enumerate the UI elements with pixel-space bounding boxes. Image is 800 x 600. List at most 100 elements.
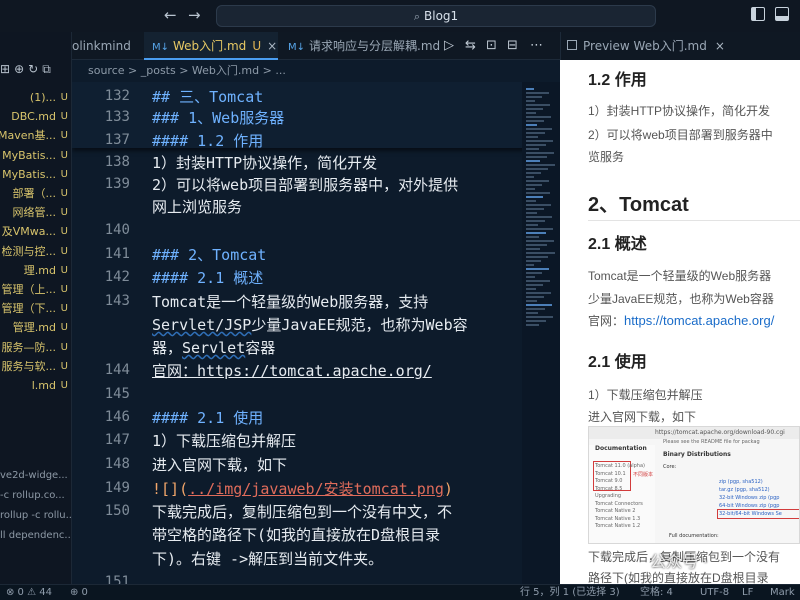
screenshot-download-link: zip (pgp, sha512) [719,479,763,485]
back-arrow-icon[interactable]: ← [164,6,177,24]
file-item[interactable]: 部署（... U [0,184,71,203]
file-item[interactable]: (1)... U [0,88,71,107]
minimap-line [526,124,537,126]
line-ending[interactable]: LF [742,585,753,600]
file-item[interactable]: MyBatis... U [0,146,71,165]
minimap-line [526,144,546,146]
screenshot-full-doc: Full documentation: [669,533,719,539]
tab-label: Preview Web入门.md [583,39,707,53]
timeline-item[interactable]: ll dependenc... [0,530,71,541]
preview-icon [567,40,577,50]
markdown-preview: 1.2 作用 1）封装HTTP协议操作，简化开发 2）可以将web项目部署到服务… [560,60,800,584]
minimap[interactable] [522,82,560,584]
tomcat-link[interactable]: https://tomcat.apache.org/ [624,313,774,328]
more-actions-icon[interactable]: ⋯ [530,38,543,53]
new-file-icon[interactable]: ⊞ [0,62,10,76]
timeline-item[interactable]: rollup -c rollu... [0,510,71,521]
minimap-line [526,136,538,138]
preview-paragraph: Tomcat是一个轻量级的Web服务器 [588,269,772,283]
minimap-line [526,248,540,250]
line-number: 151 [104,574,130,584]
line-number: 148 [104,456,130,472]
language-mode[interactable]: Mark [770,585,795,600]
line-number: 132 [104,88,130,104]
file-name: 管理.md [12,321,56,335]
encoding[interactable]: UTF-8 [700,585,729,600]
toggle-sidebar-icon[interactable] [751,7,765,21]
file-item[interactable]: 网络管... U [0,203,71,222]
minimap-line [526,308,545,310]
file-item[interactable]: DBC.md U [0,107,71,126]
file-item[interactable]: 管理.md U [0,318,71,337]
screenshot-highlight-box [717,509,799,519]
minimap-line [526,260,541,262]
file-item[interactable]: 理.md U [0,261,71,280]
screenshot-download-link: tar.gz (pgp, sha512) [719,487,770,493]
minimap-line [526,100,535,102]
minimap-line [526,180,549,182]
minimap-line [526,312,538,314]
minimap-line [526,108,543,110]
close-icon[interactable]: × [715,39,725,53]
minimap-line [526,288,536,290]
split-editor-icon[interactable]: ⊟ [507,38,518,53]
divider [588,220,800,221]
minimap-line [526,228,553,230]
preview-heading: 2.1 概述 [588,236,647,253]
collapse-icon[interactable]: ⧉ [42,62,51,76]
screenshot-version-item: Tomcat 10.1 [595,470,626,477]
ports-indicator[interactable]: ⊕ 0 [70,585,88,600]
file-item[interactable]: l.md U [0,376,71,395]
toggle-panel-icon[interactable] [775,7,789,21]
file-item[interactable]: 管理（上... U [0,280,71,299]
run-icon[interactable]: ▷ [444,38,454,53]
file-item[interactable]: 服务与软... U [0,357,71,376]
compare-icon[interactable]: ⇆ [465,38,476,53]
open-preview-icon[interactable]: ⊡ [486,38,497,53]
indentation[interactable]: 空格: 4 [640,585,673,600]
tab-label: 请求响应与分层解耦.md [309,39,441,53]
tab-web-intro[interactable]: M↓ Web入门.md U × [144,32,278,60]
git-status-badge: U [60,322,68,334]
file-item[interactable]: 及VMwa... U [0,222,71,241]
screenshot-download-link: 32-bit Windows zip (pgp [719,495,780,501]
minimap-line [526,264,534,266]
tab-request-response[interactable]: M↓ 请求响应与分层解耦.md [282,32,452,60]
markdown-text-line: 1）下载压缩包并解压 [152,432,297,450]
file-item[interactable]: 管理（下... U [0,299,71,318]
markdown-text-line: Tomcat是一个轻量级的Web服务器，支持 [152,293,429,311]
preview-heading: 2、Tomcat [588,194,689,216]
close-icon[interactable]: × [267,39,277,53]
git-status-badge: U [60,111,68,123]
problems-indicator[interactable]: ⊗ 0 ⚠ 44 [6,585,52,600]
minimap-line [526,168,548,170]
code-editor[interactable]: 132 ## 三、Tomcat 133 ### 1、Web服务器 137 #### 1.2… [72,82,560,584]
refresh-icon[interactable]: ↻ [28,62,38,76]
markdown-text-line: 1）封装HTTP协议操作，简化开发 [152,154,378,172]
line-number: 133 [104,109,130,125]
markdown-text-line: 器，Servlet容器 [152,339,276,357]
file-item[interactable]: MyBatis... U [0,165,71,184]
new-folder-icon[interactable]: ⊕ [14,62,24,76]
file-item[interactable]: Maven基... U [0,126,71,145]
file-item[interactable]: 检测与控... U [0,242,71,261]
preview-paragraph: 进入官网下载，如下 [588,410,697,424]
line-number: 139 [104,176,130,192]
markdown-text-line: Servlet/JSP少量JavaEE规范，也称为Web容 [152,316,468,334]
preview-heading: 2.1 使用 [588,354,647,371]
line-number: 138 [104,154,130,170]
minimap-line [526,156,547,158]
file-item[interactable]: 服务—防... U [0,338,71,357]
tab-preview[interactable]: Preview Web入门.md × [567,32,725,60]
timeline-item[interactable]: -c rollup.co... [0,490,71,501]
line-number: 141 [104,246,130,262]
timeline-item[interactable]: ve2d-widge... [0,470,71,481]
minimap-line [526,216,552,218]
forward-arrow-icon[interactable]: → [188,6,201,24]
cursor-position[interactable]: 行 5，列 1 (已选择 3) [520,585,620,600]
command-center-search[interactable]: ⌕ Blog1 [216,5,656,27]
file-name: Maven基... [0,129,56,143]
breadcrumb[interactable]: source > _posts > Web入门.md > ... [72,60,560,82]
tab-olinkmind[interactable]: olinkmind [72,32,142,60]
preview-paragraph: 少量JavaEE规范，也称为Web容器 [588,292,774,306]
